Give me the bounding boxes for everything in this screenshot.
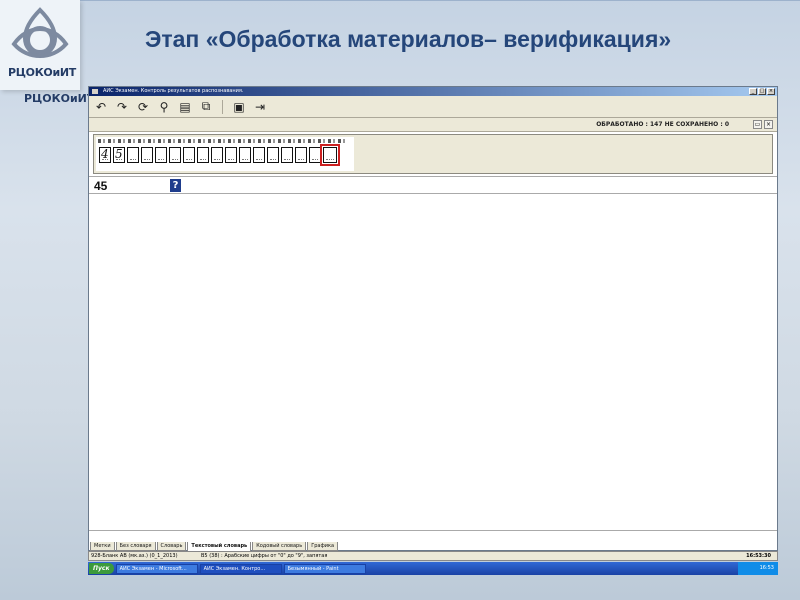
answer-cell: [267, 147, 279, 163]
copy-icon[interactable]: ⧉: [198, 99, 214, 115]
answer-cell: [127, 147, 139, 163]
answer-cell: [295, 147, 307, 163]
tab-code-dictionary[interactable]: Кодовый словарь: [252, 542, 307, 551]
answer-cell: 5: [113, 147, 125, 163]
export-icon[interactable]: ⇥: [252, 99, 268, 115]
unrecognized-char-marker[interactable]: ?: [170, 179, 181, 192]
slide-title: Этап «Обработка материалов– верификация»: [145, 26, 672, 52]
save-icon[interactable]: ▣: [231, 99, 247, 115]
toolbar-separator: [222, 99, 223, 114]
window-titlebar[interactable]: АИС Экзамен. Контроль результатов распоз…: [89, 87, 777, 96]
window-controls: _ □ ×: [749, 88, 775, 95]
status-time: 16:53:30: [746, 553, 771, 559]
window-title: АИС Экзамен. Контроль результатов распоз…: [103, 88, 244, 94]
answer-cell: [309, 147, 321, 163]
taskbar-item-ais-word[interactable]: АИС Экзамен - Microsoft...: [115, 563, 198, 574]
decorative-arc: [70, 0, 800, 6]
processing-counter: ОБРАБОТАНО : 147 НЕ СОХРАНЕНО : 0: [596, 121, 729, 128]
tab-no-dictionary[interactable]: Без словаря: [115, 542, 156, 551]
toolbar: ↶ ↷ ⟳ ⚲ ▤ ⧉ ▣ ⇥: [89, 96, 777, 118]
rcoko-logo: РЦОКОиИТ: [0, 0, 80, 90]
answer-cell: [197, 147, 209, 163]
scanned-image-panel: 4 5: [93, 134, 773, 174]
close-icon[interactable]: ×: [767, 88, 775, 95]
restore-icon[interactable]: ▭: [753, 120, 762, 129]
redo-icon[interactable]: ↷: [114, 99, 130, 115]
answer-cell: [253, 147, 265, 163]
tab-graphics[interactable]: Графика: [307, 542, 339, 551]
answer-cell: 4: [99, 147, 111, 163]
scan-header-marks: [98, 139, 348, 143]
recognized-value-field[interactable]: 45 ?: [89, 176, 777, 194]
recognized-value[interactable]: 45: [94, 179, 107, 193]
answer-cell: [281, 147, 293, 163]
field-info-strip: 928-Бланк АВ (мк.аз.) (0_1_2013) B5 (38)…: [88, 551, 778, 561]
taskbar-item-paint[interactable]: Безымянный - Paint: [283, 563, 366, 574]
system-tray-clock: 16:53: [738, 562, 778, 575]
undo-icon[interactable]: ↶: [93, 99, 109, 115]
scanned-field-image[interactable]: 4 5: [96, 137, 354, 171]
app-icon: [92, 89, 98, 94]
answer-cell: [141, 147, 153, 163]
taskbar-item-ais-control[interactable]: АИС Экзамен. Контро...: [199, 563, 282, 574]
taskbar: Пуск АИС Экзамен - Microsoft... АИС Экза…: [88, 562, 778, 575]
tab-marks[interactable]: Метки: [90, 542, 115, 551]
app-window: АИС Экзамен. Контроль результатов распоз…: [88, 86, 778, 552]
form-name: 928-Бланк АВ (мк.аз.) (0_1_2013): [91, 553, 178, 559]
answer-cell: [155, 147, 167, 163]
answer-cell: [183, 147, 195, 163]
minimize-icon[interactable]: _: [749, 88, 757, 95]
search-icon[interactable]: ⚲: [156, 99, 172, 115]
maximize-icon[interactable]: □: [758, 88, 766, 95]
logo-label: РЦОКОиИТ: [8, 66, 76, 79]
refresh-icon[interactable]: ⟳: [135, 99, 151, 115]
logo-label-secondary: РЦОКОиИТ: [24, 92, 95, 105]
answer-cell: [211, 147, 223, 163]
tab-dictionary[interactable]: Словарь: [156, 542, 187, 551]
answer-cell-selected[interactable]: [320, 144, 340, 166]
answer-cell: [225, 147, 237, 163]
panel-controls: ▭ ×: [753, 120, 773, 129]
verification-workspace: [89, 194, 777, 531]
field-description: B5 (38) : Арабские цифры от "0" до "9", …: [201, 553, 328, 559]
paste-icon[interactable]: ▤: [177, 99, 193, 115]
answer-cell: [239, 147, 251, 163]
answer-cell: [169, 147, 181, 163]
panel-close-icon[interactable]: ×: [764, 120, 773, 129]
processing-status-bar: ОБРАБОТАНО : 147 НЕ СОХРАНЕНО : 0 ▭ ×: [89, 118, 777, 132]
answer-cells: 4 5: [99, 144, 340, 166]
handwritten-digit: 5: [115, 147, 123, 161]
start-button[interactable]: Пуск: [89, 563, 114, 574]
triquetra-logo-icon: [11, 7, 69, 59]
handwritten-digit: 4: [101, 147, 109, 161]
